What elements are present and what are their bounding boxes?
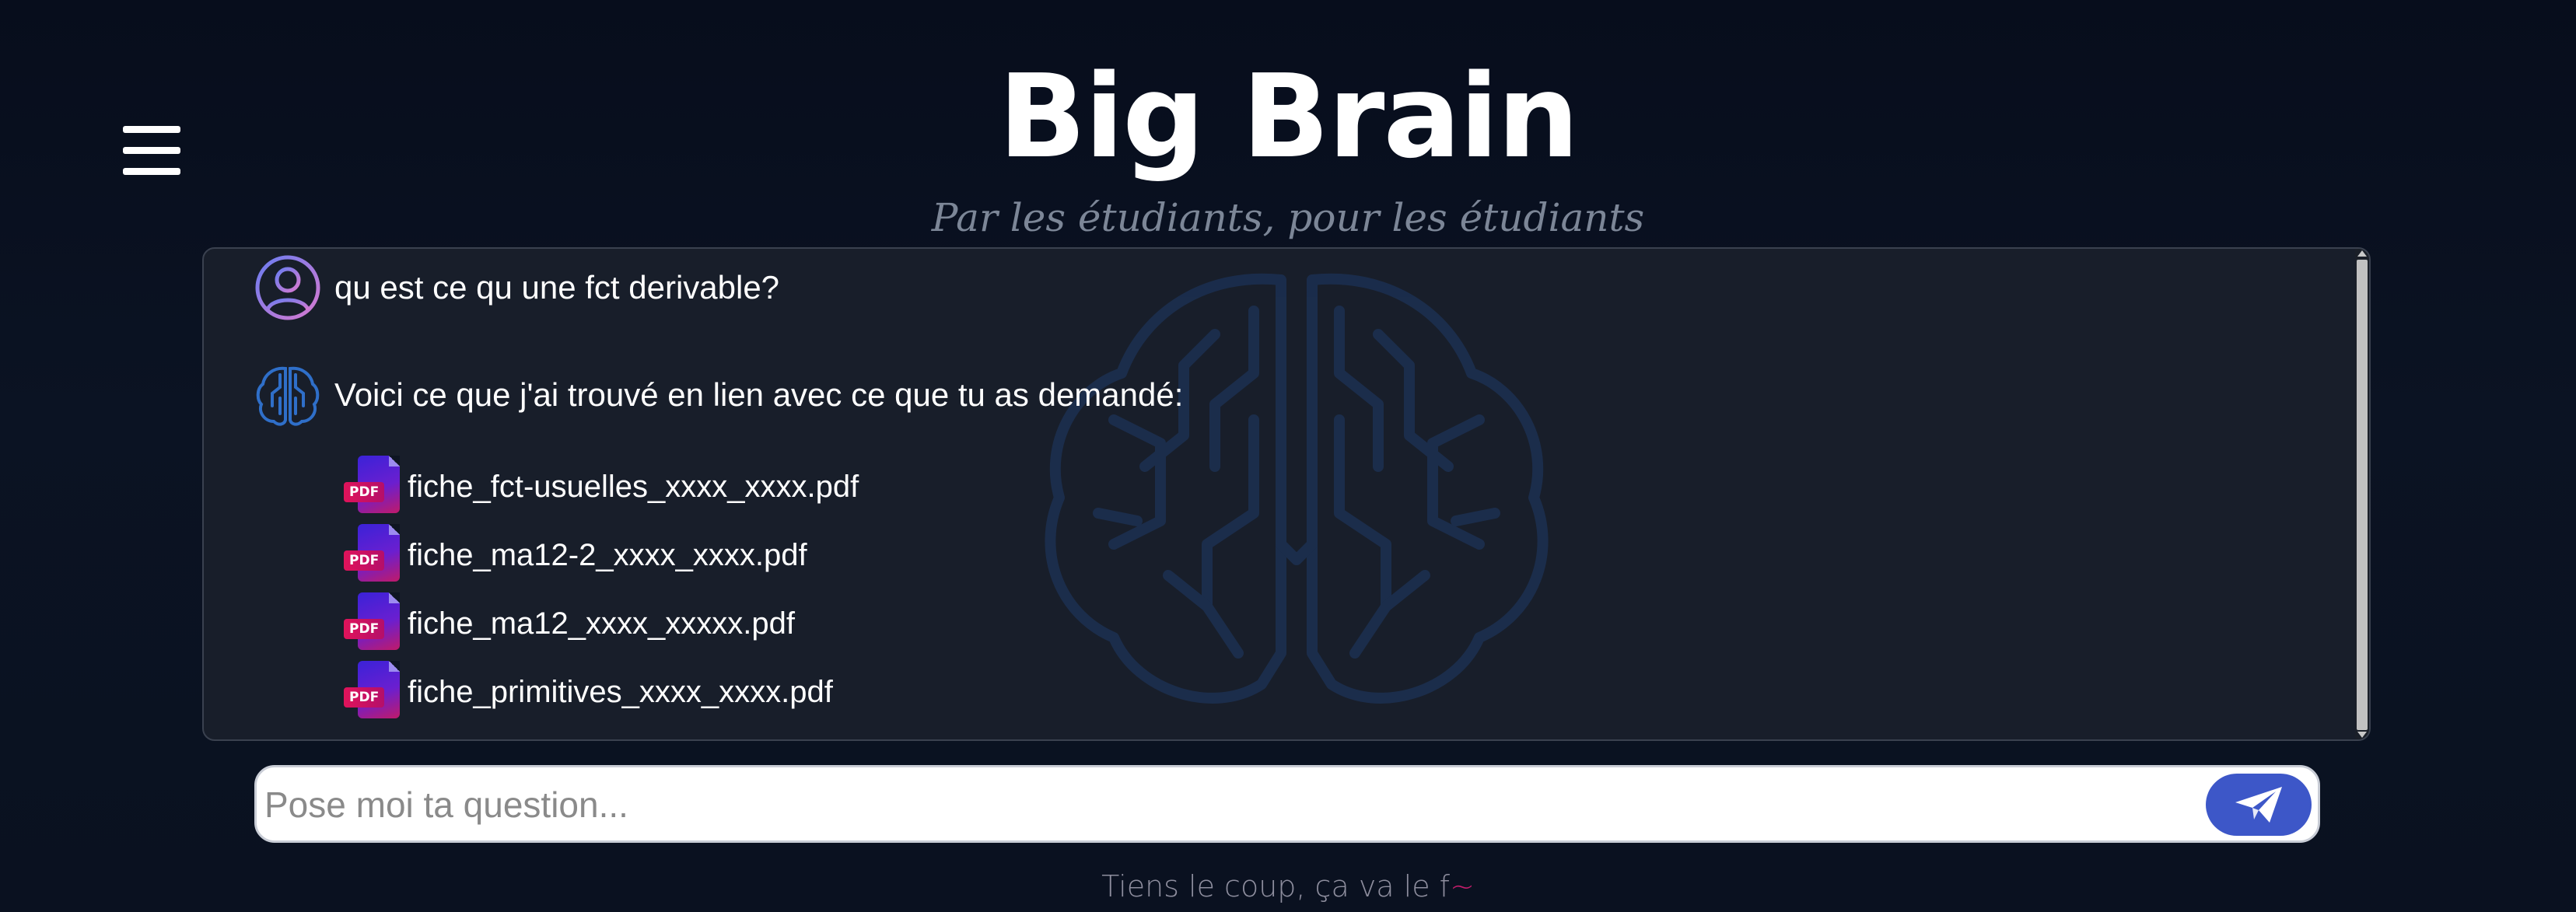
question-input[interactable] [263,775,2195,834]
pdf-icon: PDF [344,592,400,655]
question-bar [254,765,2320,843]
file-link[interactable]: PDF fiche_ma12-2_xxxx_xxxx.pdf [344,521,859,589]
user-avatar-icon [255,255,320,320]
file-link[interactable]: PDF fiche_primitives_xxxx_xxxx.pdf [344,658,859,726]
pdf-badge: PDF [344,482,385,502]
chat-scrollbar[interactable] [2355,249,2369,739]
pdf-icon: PDF [344,456,400,518]
scroll-up-arrow-icon[interactable] [2357,250,2367,257]
footer-text: Tiens le coup, ça va le f~ [0,869,2576,903]
file-name[interactable]: fiche_primitives_xxxx_xxxx.pdf [408,675,833,710]
scroll-down-arrow-icon[interactable] [2357,732,2367,738]
bot-message-text: Voici ce que j'ai trouvé en lien avec ce… [334,376,1184,413]
chat-panel: qu est ce qu une fct derivable? Voici ce… [202,247,2371,741]
file-name[interactable]: fiche_ma12_xxxx_xxxxx.pdf [408,606,795,641]
pdf-icon: PDF [344,661,400,723]
scrollbar-thumb[interactable] [2357,260,2368,730]
footer-trailing: ~ [1450,869,1475,903]
file-list: PDF fiche_fct-usuelles_xxxx_xxxx.pdf PDF… [344,453,859,726]
footer-message: Tiens le coup, ça va le f [1101,869,1451,903]
pdf-badge: PDF [344,687,385,708]
file-name[interactable]: fiche_fct-usuelles_xxxx_xxxx.pdf [408,470,859,505]
pdf-badge: PDF [344,619,385,639]
app-title: Big Brain [998,50,1580,183]
user-message: qu est ce qu une fct derivable? [254,253,779,322]
file-name[interactable]: fiche_ma12-2_xxxx_xxxx.pdf [408,538,807,573]
file-link[interactable]: PDF fiche_ma12_xxxx_xxxxx.pdf [344,589,859,658]
user-message-text: qu est ce qu une fct derivable? [334,269,780,306]
send-button[interactable] [2206,774,2312,836]
brain-avatar-icon [256,366,320,426]
bot-message: Voici ce que j'ai trouvé en lien avec ce… [254,361,1183,429]
brain-watermark-icon [1045,273,1549,704]
paper-plane-icon [2235,787,2282,823]
app-subtitle: Par les étudiants, pour les étudiants [931,195,1645,240]
file-link[interactable]: PDF fiche_fct-usuelles_xxxx_xxxx.pdf [344,453,859,521]
pdf-icon: PDF [344,524,400,586]
pdf-badge: PDF [344,550,385,571]
